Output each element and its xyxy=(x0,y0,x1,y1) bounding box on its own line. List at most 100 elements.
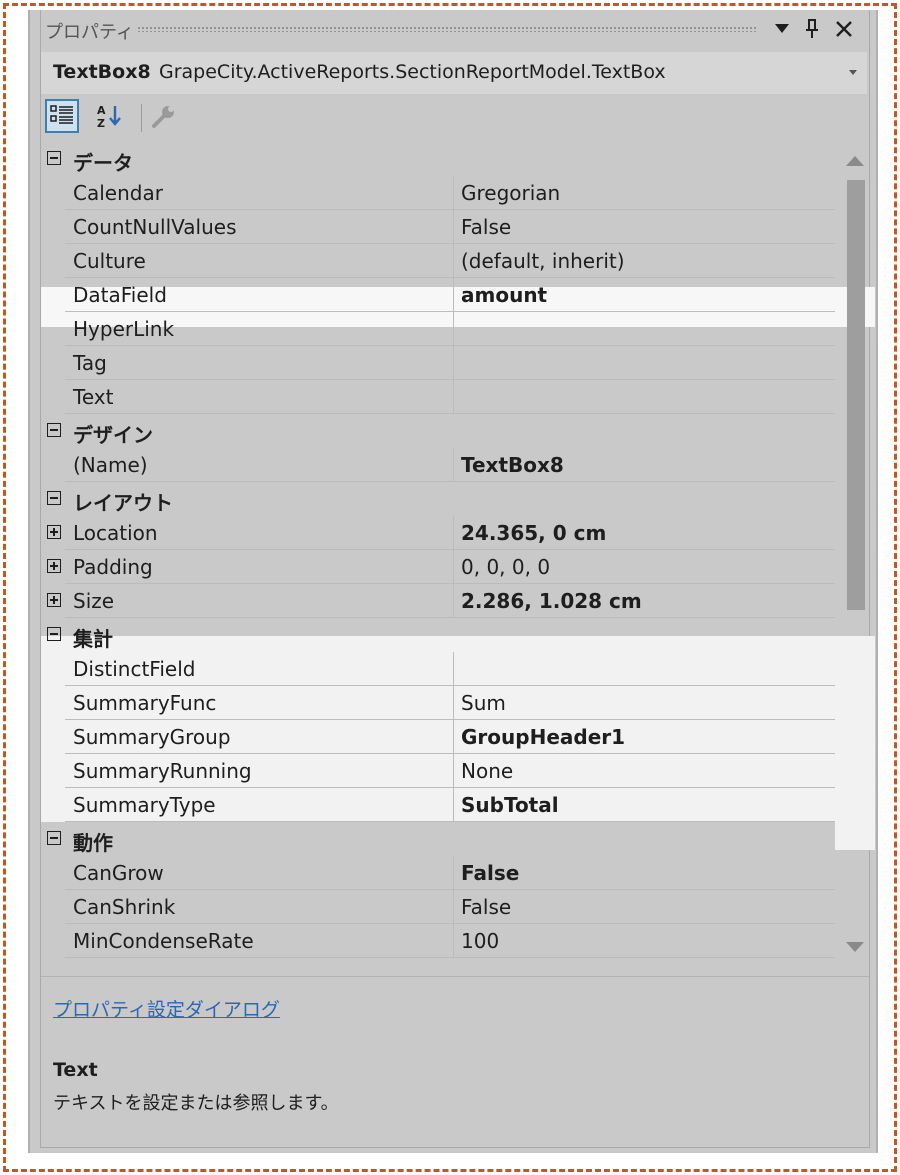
property-name: SummaryGroup xyxy=(73,725,231,749)
property-value[interactable]: 100 xyxy=(461,929,499,953)
name-cell xyxy=(65,346,453,380)
property-row[interactable]: Calendar Gregorian xyxy=(41,176,835,210)
property-name: Size xyxy=(73,589,115,613)
value-cell[interactable] xyxy=(453,924,835,958)
property-value[interactable]: amount xyxy=(461,283,547,307)
expand-icon[interactable] xyxy=(47,559,61,573)
property-name: SummaryRunning xyxy=(73,759,252,783)
pin-icon[interactable] xyxy=(799,16,825,42)
category-label: 集計 xyxy=(73,627,113,651)
chevron-down-icon[interactable] xyxy=(849,70,857,75)
description-area: プロパティ設定ダイアログ Text テキストを設定または参照します。 xyxy=(41,976,869,1147)
property-row[interactable]: SummaryType SubTotal xyxy=(41,788,835,822)
properties-panel: プロパティ TextBox8 GrapeCity.ActiveReports.S… xyxy=(28,10,878,1153)
property-row[interactable]: MinCondenseRate 100 xyxy=(41,924,835,958)
scroll-thumb[interactable] xyxy=(847,180,865,610)
property-value[interactable]: Gregorian xyxy=(461,181,560,205)
property-value[interactable]: SubTotal xyxy=(461,793,559,817)
svg-text:A: A xyxy=(97,104,106,117)
name-cell xyxy=(65,584,453,618)
property-name: Text xyxy=(73,385,114,409)
name-cell xyxy=(65,380,453,414)
expand-icon[interactable] xyxy=(47,593,61,607)
property-row[interactable]: Culture (default, inherit) xyxy=(41,244,835,278)
property-dialog-link[interactable]: プロパティ設定ダイアログ xyxy=(53,995,280,1022)
properties-panel-inner: プロパティ TextBox8 GrapeCity.ActiveReports.S… xyxy=(40,10,875,1148)
property-row[interactable]: DistinctField xyxy=(41,652,835,686)
property-row[interactable]: CountNullValues False xyxy=(41,210,835,244)
object-type: GrapeCity.ActiveReports.SectionReportMod… xyxy=(159,61,666,83)
toolbar-separator xyxy=(141,104,142,132)
property-value[interactable]: TextBox8 xyxy=(461,453,564,477)
description-title: Text xyxy=(53,1059,98,1081)
collapse-icon[interactable] xyxy=(47,151,61,165)
svg-text:Z: Z xyxy=(97,117,105,129)
collapse-icon[interactable] xyxy=(47,831,61,845)
property-name: SummaryType xyxy=(73,793,216,817)
property-row[interactable]: Text xyxy=(41,380,835,414)
property-value[interactable]: 2.286, 1.028 cm xyxy=(461,589,642,613)
category-label: 動作 xyxy=(73,831,113,855)
property-name: Location xyxy=(73,521,158,545)
property-name: (Name) xyxy=(73,453,148,477)
scroll-down-icon[interactable] xyxy=(846,942,864,952)
close-icon[interactable] xyxy=(831,16,857,42)
property-value[interactable]: False xyxy=(461,861,519,885)
category-row[interactable]: デザイン xyxy=(41,414,835,448)
category-row[interactable]: レイアウト xyxy=(41,482,835,516)
property-value[interactable]: False xyxy=(461,895,511,919)
collapse-icon[interactable] xyxy=(47,423,61,437)
property-row[interactable]: CanGrow False xyxy=(41,856,835,890)
property-row[interactable]: (Name) TextBox8 xyxy=(41,448,835,482)
property-row[interactable]: Padding 0, 0, 0, 0 xyxy=(41,550,835,584)
value-cell[interactable] xyxy=(453,652,835,686)
triangle-down-icon[interactable] xyxy=(769,16,795,42)
property-value[interactable]: Sum xyxy=(461,691,506,715)
description-text: テキストを設定または参照します。 xyxy=(53,1093,339,1114)
value-cell[interactable] xyxy=(453,686,835,720)
property-row[interactable]: Size 2.286, 1.028 cm xyxy=(41,584,835,618)
category-row[interactable]: 動作 xyxy=(41,822,835,856)
expand-icon[interactable] xyxy=(47,525,61,539)
scroll-up-icon[interactable] xyxy=(846,156,864,166)
property-row[interactable]: Location 24.365, 0 cm xyxy=(41,516,835,550)
property-name: CanGrow xyxy=(73,861,164,885)
category-label: レイアウト xyxy=(73,491,173,515)
property-row[interactable]: SummaryRunning None xyxy=(41,754,835,788)
property-row[interactable]: CanShrink False xyxy=(41,890,835,924)
property-value[interactable]: None xyxy=(461,759,513,783)
value-cell[interactable] xyxy=(453,380,835,414)
category-row[interactable]: 集計 xyxy=(41,618,835,652)
property-value[interactable]: 0, 0, 0, 0 xyxy=(461,555,550,579)
object-selector[interactable]: TextBox8 GrapeCity.ActiveReports.Section… xyxy=(41,52,867,94)
property-grid: データ Calendar Gregorian CountNullValues False… xyxy=(41,142,835,974)
property-name: CountNullValues xyxy=(73,215,237,239)
property-row[interactable]: SummaryFunc Sum xyxy=(41,686,835,720)
property-row[interactable]: Tag xyxy=(41,346,835,380)
property-name: SummaryFunc xyxy=(73,691,217,715)
property-value[interactable]: False xyxy=(461,215,511,239)
properties-toolbar: A Z xyxy=(41,96,867,140)
value-cell[interactable] xyxy=(453,312,835,346)
property-value[interactable]: 24.365, 0 cm xyxy=(461,521,606,545)
property-name: HyperLink xyxy=(73,317,175,341)
property-row[interactable]: SummaryGroup GroupHeader1 xyxy=(41,720,835,754)
vertical-scrollbar[interactable] xyxy=(839,142,869,974)
categorized-view-icon[interactable] xyxy=(45,99,79,133)
category-row[interactable]: データ xyxy=(41,142,835,176)
property-name: DistinctField xyxy=(73,657,196,681)
collapse-icon[interactable] xyxy=(47,627,61,641)
titlebar-grip[interactable] xyxy=(137,26,757,32)
property-name: Culture xyxy=(73,249,146,273)
alphabetical-sort-icon[interactable]: A Z xyxy=(93,99,127,133)
category-label: データ xyxy=(73,151,133,175)
property-value[interactable]: (default, inherit) xyxy=(461,249,625,273)
object-name: TextBox8 xyxy=(53,61,151,83)
property-value[interactable]: GroupHeader1 xyxy=(461,725,625,749)
property-row[interactable]: HyperLink xyxy=(41,312,835,346)
value-cell[interactable] xyxy=(453,346,835,380)
property-row[interactable]: DataField amount xyxy=(41,278,835,312)
wrench-icon[interactable] xyxy=(147,99,181,133)
panel-titlebar[interactable]: プロパティ xyxy=(41,10,869,48)
collapse-icon[interactable] xyxy=(47,491,61,505)
